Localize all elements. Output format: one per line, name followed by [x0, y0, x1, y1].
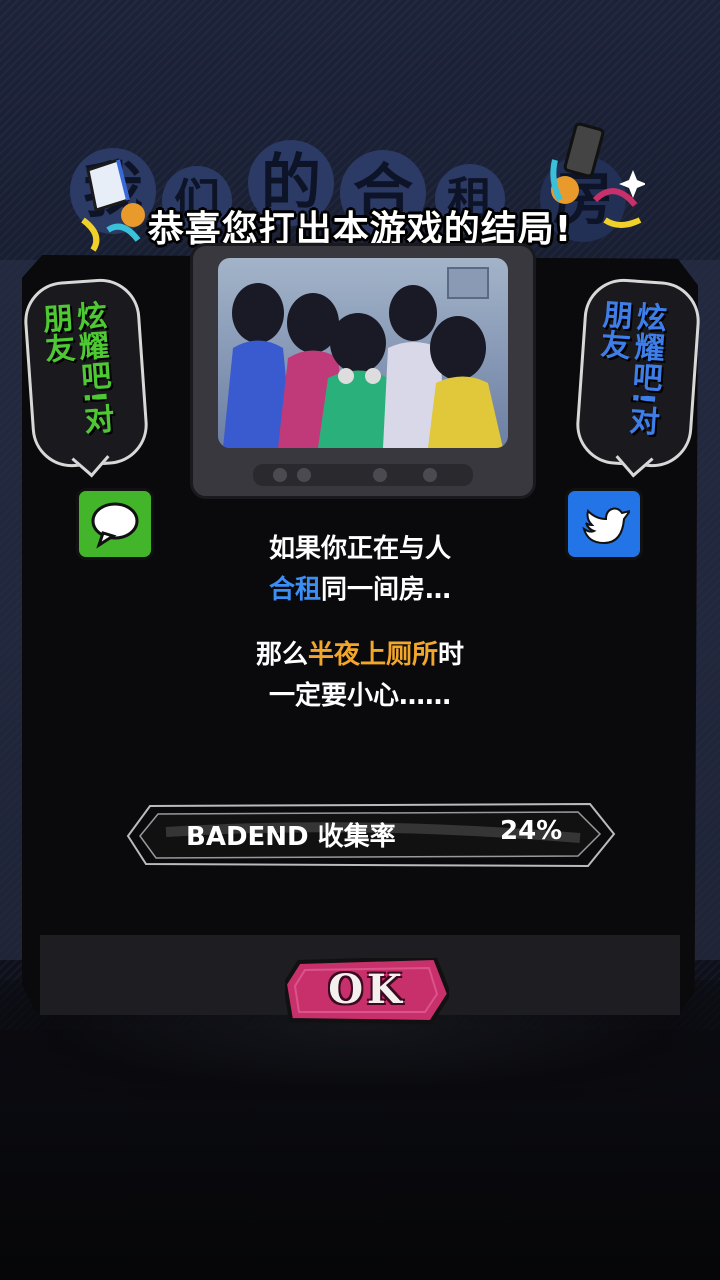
- highlight-shared-room: 合租: [268, 575, 321, 605]
- highlight-midnight-toilet: 半夜上厕所: [307, 640, 438, 670]
- story-line-1: 如果你正在与人: [268, 534, 451, 564]
- collection-label: BADEND 收集率: [186, 822, 396, 852]
- story-line-3: 那么半夜上厕所时: [255, 640, 465, 670]
- ok-button[interactable]: OK: [285, 958, 449, 1024]
- collection-value: 24%: [500, 816, 563, 846]
- story-line-4: 一定要小心……: [268, 681, 451, 711]
- share-text-right: 炫耀吧!对朋友: [593, 298, 667, 437]
- share-bubble-right: 炫耀吧!对朋友: [573, 276, 703, 478]
- tv-controls: [253, 464, 473, 486]
- share-text-left: 炫耀吧!对朋友: [36, 299, 115, 436]
- tv-frame: [190, 243, 536, 499]
- ending-illustration: [218, 258, 508, 448]
- badend-collection-bar: BADEND 收集率 24%: [120, 800, 616, 870]
- story-line-2: 合租同一间房…: [268, 575, 452, 605]
- share-bubble-left: 炫耀吧!对朋友: [21, 276, 151, 478]
- ok-label: OK: [328, 966, 406, 1013]
